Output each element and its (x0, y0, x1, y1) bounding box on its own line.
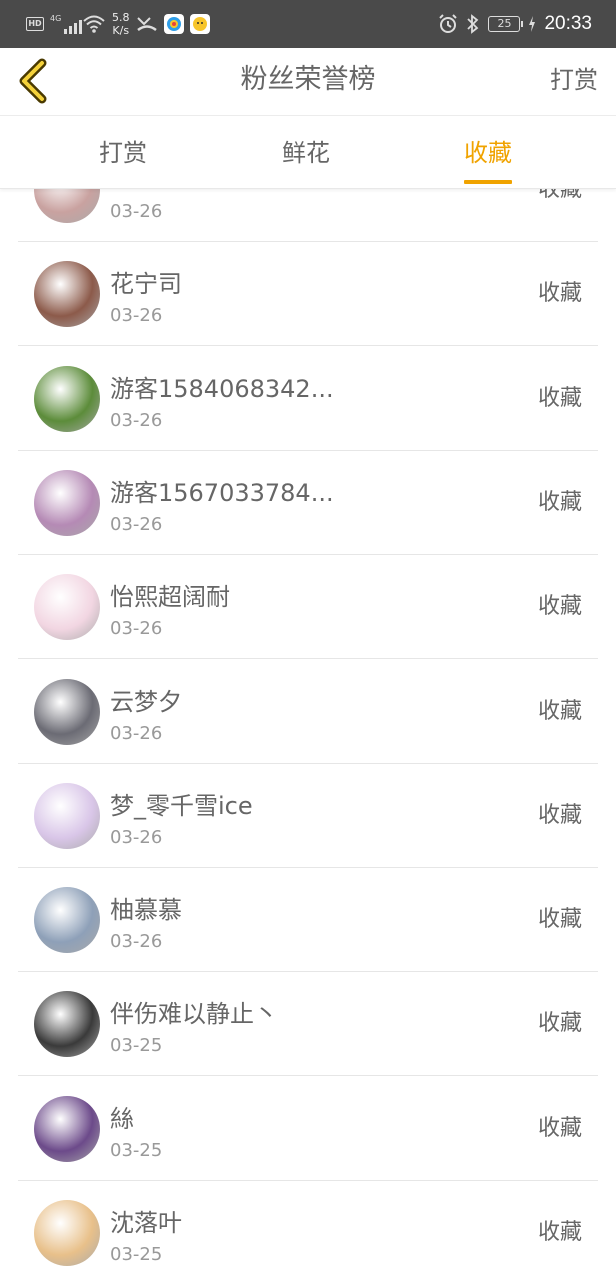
page-title: 粉丝荣誉榜 (240, 64, 376, 95)
date: 03-26 (110, 618, 163, 640)
avatar[interactable] (34, 1200, 100, 1266)
signal-icon: 4G (50, 14, 82, 34)
user-name: 沈落叶 (110, 1209, 182, 1237)
favorite-label: 收藏 (537, 802, 582, 828)
list-item[interactable]: 伴伤难以静止丶 03-25 收藏 (0, 972, 616, 1077)
date: 03-26 (110, 722, 163, 744)
active-tab-indicator (464, 180, 512, 184)
user-name: 絲 (110, 1104, 134, 1133)
list-item[interactable]: 游客1584068342... 03-26 收藏 (0, 347, 616, 451)
avatar[interactable] (34, 1095, 100, 1162)
user-name: 花宁司 (110, 270, 182, 299)
user-name: 游客1584068342... (110, 374, 334, 403)
favorite-label: 收藏 (537, 281, 582, 307)
avatar[interactable] (34, 261, 100, 328)
favorite-label: 收藏 (537, 594, 582, 620)
favorite-label: 收藏 (537, 489, 582, 515)
hd-icon: HD (26, 17, 44, 31)
browser-app-icon (163, 14, 184, 34)
user-name: 怡熙超阔耐 (110, 583, 230, 612)
date: 03-26 (110, 201, 163, 222)
date: 03-26 (110, 305, 163, 327)
favorite-label: 收藏 (537, 698, 582, 724)
list-item[interactable]: 絲 03-25 收藏 (0, 1077, 616, 1181)
status-bar: HD 4G 5.8 K/s 25 20:33 (0, 0, 616, 48)
avatar[interactable] (34, 887, 100, 954)
chat-app-icon (189, 14, 210, 34)
reward-button[interactable]: 打赏 (550, 48, 598, 116)
date: 03-25 (110, 1244, 163, 1265)
avatar[interactable] (34, 469, 100, 536)
tab-bar: 打赏 鲜花 收藏 (0, 117, 616, 189)
favorite-label: 收藏 (537, 1011, 582, 1037)
avatar[interactable] (34, 782, 100, 849)
alarm-icon (439, 14, 458, 33)
fan-list: 03-26 收藏 花宁司 03-26 收藏 游客1584068342... 03-26 收藏游… (0, 138, 616, 1280)
list-item[interactable]: 怡熙超阔耐 03-26 收藏 (0, 555, 616, 660)
avatar[interactable] (34, 365, 100, 432)
favorite-label: 收藏 (537, 1115, 582, 1141)
favorite-label: 收藏 (537, 907, 582, 933)
user-name: 游客1567033784... (110, 478, 334, 507)
avatar[interactable] (34, 678, 100, 745)
date: 03-25 (110, 1035, 163, 1057)
favorite-label: 收藏 (537, 1220, 582, 1245)
app-header: 粉丝荣誉榜 打赏 (0, 48, 616, 116)
list-item[interactable]: 云梦夕 03-26 收藏 (0, 660, 616, 764)
missed-call-icon (136, 17, 157, 32)
bluetooth-icon (467, 14, 479, 34)
date: 03-25 (110, 1139, 163, 1161)
battery-icon: 25 (488, 16, 524, 32)
list-item[interactable]: 游客1567033784... 03-26 收藏 (0, 451, 616, 555)
list-item[interactable]: 柚慕慕 03-26 收藏 (0, 868, 616, 973)
user-name: 柚慕慕 (110, 896, 182, 925)
date: 03-26 (110, 826, 163, 848)
date: 03-26 (110, 931, 163, 953)
network-speed: 5.8 K/s (112, 11, 130, 37)
date: 03-26 (110, 513, 163, 535)
avatar[interactable] (34, 991, 100, 1058)
favorite-label: 收藏 (537, 385, 582, 411)
avatar[interactable] (34, 574, 100, 641)
tab-flowers[interactable]: 鲜花 (282, 117, 330, 189)
date: 03-26 (110, 409, 163, 431)
clock: 20:33 (544, 13, 592, 34)
tab-reward[interactable]: 打赏 (99, 117, 147, 189)
user-name: 伴伤难以静止丶 (110, 1000, 278, 1029)
charging-icon (529, 16, 536, 32)
list-item[interactable]: 梦_零千雪ice 03-26 收藏 (0, 764, 616, 868)
user-name: 梦_零千雪ice (110, 791, 253, 820)
list-item[interactable]: 花宁司 03-26 收藏 (0, 242, 616, 347)
user-name: 云梦夕 (110, 687, 182, 716)
list-item[interactable]: 沈落叶 03-25 收藏 (0, 1181, 616, 1280)
wifi-icon (83, 15, 105, 33)
tab-favorites[interactable]: 收藏 (464, 117, 512, 189)
